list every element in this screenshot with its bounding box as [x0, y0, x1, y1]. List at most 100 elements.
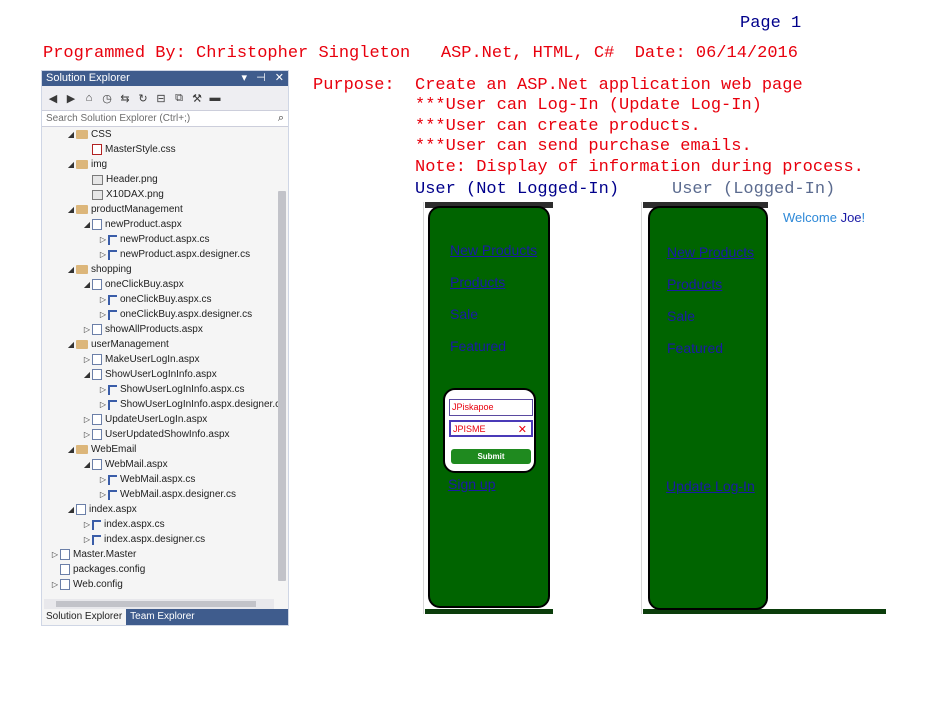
search-input[interactable]: Search Solution Explorer (Ctrl+;)	[46, 113, 190, 124]
panel-divider	[423, 202, 424, 614]
clear-icon[interactable]: ✕	[518, 423, 527, 436]
expand-arrow-icon[interactable]: ▷	[82, 325, 92, 334]
nav-item-sale[interactable]: Sale	[450, 306, 478, 322]
collapse-arrow-icon[interactable]: ◢	[82, 280, 92, 289]
tree-item[interactable]: ▷ oneClickBuy.aspx.cs	[98, 292, 212, 307]
nav-link-new-products[interactable]: New Products	[450, 242, 537, 258]
nav-link-products[interactable]: Products	[667, 276, 722, 292]
tree-item[interactable]: ◢ productManagement	[66, 202, 183, 217]
tree-item[interactable]: ◢ newProduct.aspx	[82, 217, 182, 232]
collapse-arrow-icon[interactable]: ◢	[82, 370, 92, 379]
expand-arrow-icon[interactable]: ▷	[98, 310, 108, 319]
tree-item[interactable]: ▷ UserUpdatedShowInfo.aspx	[82, 427, 230, 442]
tree-item[interactable]: ◢ WebEmail	[66, 442, 136, 457]
collapse-arrow-icon[interactable]: ◢	[82, 220, 92, 229]
solution-explorer-search[interactable]: Search Solution Explorer (Ctrl+;) ⌕	[42, 110, 288, 127]
solution-explorer-titlebar: Solution Explorer ▾ ⊣ ✕	[42, 71, 288, 86]
refresh-icon[interactable]: ↻	[136, 91, 150, 105]
tree-item[interactable]: Header.png	[82, 172, 158, 187]
cs-file-icon	[108, 309, 117, 320]
sign-up-link[interactable]: Sign up	[448, 476, 495, 492]
show-all-files-icon[interactable]: ⧉	[172, 91, 186, 105]
nav-item-featured[interactable]: Featured	[667, 340, 723, 356]
expand-arrow-icon[interactable]: ▷	[50, 580, 60, 589]
forward-icon[interactable]: ▶	[64, 91, 78, 105]
login-box: JPiskapoe JPISME ✕ Submit	[443, 388, 536, 473]
nav-item-sale[interactable]: Sale	[667, 308, 695, 324]
vertical-scrollbar[interactable]	[278, 191, 286, 581]
collapse-arrow-icon[interactable]: ◢	[66, 130, 76, 139]
tree-item[interactable]: ▷ WebMail.aspx.cs	[98, 472, 195, 487]
tree-item[interactable]: ▷ ShowUserLogInInfo.aspx.designer.c	[98, 397, 280, 412]
tree-item[interactable]: ◢ index.aspx	[66, 502, 137, 517]
username-input[interactable]: JPiskapoe	[449, 399, 533, 416]
tree-item-label: Master.Master	[73, 549, 137, 560]
tree-item[interactable]: ▷ UpdateUserLogIn.aspx	[82, 412, 207, 427]
expand-arrow-icon[interactable]: ▷	[82, 430, 92, 439]
tree-item[interactable]: ◢ shopping	[66, 262, 132, 277]
tree-item[interactable]: ▷ MakeUserLogIn.aspx	[82, 352, 200, 367]
tab-team-explorer[interactable]: Team Explorer	[126, 609, 198, 625]
tree-item[interactable]: ◢ ShowUserLogInInfo.aspx	[82, 367, 217, 382]
password-input[interactable]: JPISME ✕	[449, 420, 533, 437]
collapse-arrow-icon[interactable]: ◢	[66, 340, 76, 349]
tree-item[interactable]: ◢ CSS	[66, 127, 112, 142]
collapse-arrow-icon[interactable]: ◢	[66, 265, 76, 274]
close-icon[interactable]: ✕	[275, 72, 284, 84]
tree-item[interactable]: ▷ showAllProducts.aspx	[82, 322, 203, 337]
tree-item[interactable]: ▷ newProduct.aspx.cs	[98, 232, 210, 247]
expand-arrow-icon[interactable]: ▷	[98, 295, 108, 304]
footer-strip	[425, 609, 553, 614]
nav-item-featured[interactable]: Featured	[450, 338, 506, 354]
tree-item[interactable]: ▷ Master.Master	[50, 547, 136, 562]
tree-item[interactable]: ▷ index.aspx.cs	[82, 517, 165, 532]
back-icon[interactable]: ◀	[46, 91, 60, 105]
tree-item[interactable]: packages.config	[50, 562, 145, 577]
expand-arrow-icon[interactable]: ▷	[82, 355, 92, 364]
tree-item[interactable]: ▷ newProduct.aspx.designer.cs	[98, 247, 250, 262]
sync-icon[interactable]: ⇆	[118, 91, 132, 105]
preview-icon[interactable]: ▬	[208, 91, 222, 105]
expand-arrow-icon[interactable]: ▷	[82, 520, 92, 529]
tree-item[interactable]: ◢ WebMail.aspx	[82, 457, 168, 472]
submit-button[interactable]: Submit	[451, 449, 531, 464]
tree-item[interactable]: ▷ WebMail.aspx.designer.cs	[98, 487, 236, 502]
search-icon[interactable]: ⌕	[278, 112, 284, 125]
nav-link-products[interactable]: Products	[450, 274, 505, 290]
tree-item[interactable]: MasterStyle.css	[82, 142, 176, 157]
collapse-arrow-icon[interactable]: ◢	[66, 205, 76, 214]
expand-arrow-icon[interactable]: ▷	[98, 490, 108, 499]
tree-item[interactable]: ▷ index.aspx.designer.cs	[82, 532, 205, 547]
tree-item[interactable]: ◢ userManagement	[66, 337, 169, 352]
tree-item[interactable]: X10DAX.png	[82, 187, 164, 202]
expand-arrow-icon[interactable]: ▷	[98, 235, 108, 244]
pending-changes-icon[interactable]: ◷	[100, 91, 114, 105]
pin-icon[interactable]: ⊣	[256, 72, 266, 84]
nav-link-new-products[interactable]: New Products	[667, 244, 754, 260]
expand-arrow-icon[interactable]: ▷	[82, 535, 92, 544]
tab-solution-explorer[interactable]: Solution Explorer	[42, 609, 127, 625]
expand-arrow-icon[interactable]: ▷	[98, 250, 108, 259]
properties-icon[interactable]: ⚒	[190, 91, 204, 105]
expand-arrow-icon[interactable]: ▷	[50, 550, 60, 559]
expand-arrow-icon[interactable]: ▷	[82, 415, 92, 424]
horizontal-scrollbar-thumb[interactable]	[56, 601, 256, 607]
collapse-arrow-icon[interactable]: ◢	[66, 505, 76, 514]
tree-item[interactable]: ▷ oneClickBuy.aspx.designer.cs	[98, 307, 252, 322]
expand-arrow-icon[interactable]: ▷	[98, 400, 108, 409]
tree-item[interactable]: ◢ img	[66, 157, 107, 172]
collapse-arrow-icon[interactable]: ◢	[82, 460, 92, 469]
expand-arrow-icon[interactable]: ▷	[98, 475, 108, 484]
tree-item[interactable]: ▷ ShowUserLogInInfo.aspx.cs	[98, 382, 245, 397]
tree-item[interactable]: ◢ oneClickBuy.aspx	[82, 277, 184, 292]
horizontal-scrollbar[interactable]	[44, 599, 274, 609]
dropdown-icon[interactable]: ▾	[242, 72, 248, 84]
tree-item-label: oneClickBuy.aspx.designer.cs	[120, 309, 253, 320]
home-icon[interactable]: ⌂	[82, 91, 96, 105]
collapse-arrow-icon[interactable]: ◢	[66, 160, 76, 169]
tree-item[interactable]: ▷ Web.config	[50, 577, 123, 592]
update-login-link[interactable]: Update Log-In	[666, 478, 755, 494]
expand-arrow-icon[interactable]: ▷	[98, 385, 108, 394]
collapse-arrow-icon[interactable]: ◢	[66, 445, 76, 454]
collapse-all-icon[interactable]: ⊟	[154, 91, 168, 105]
